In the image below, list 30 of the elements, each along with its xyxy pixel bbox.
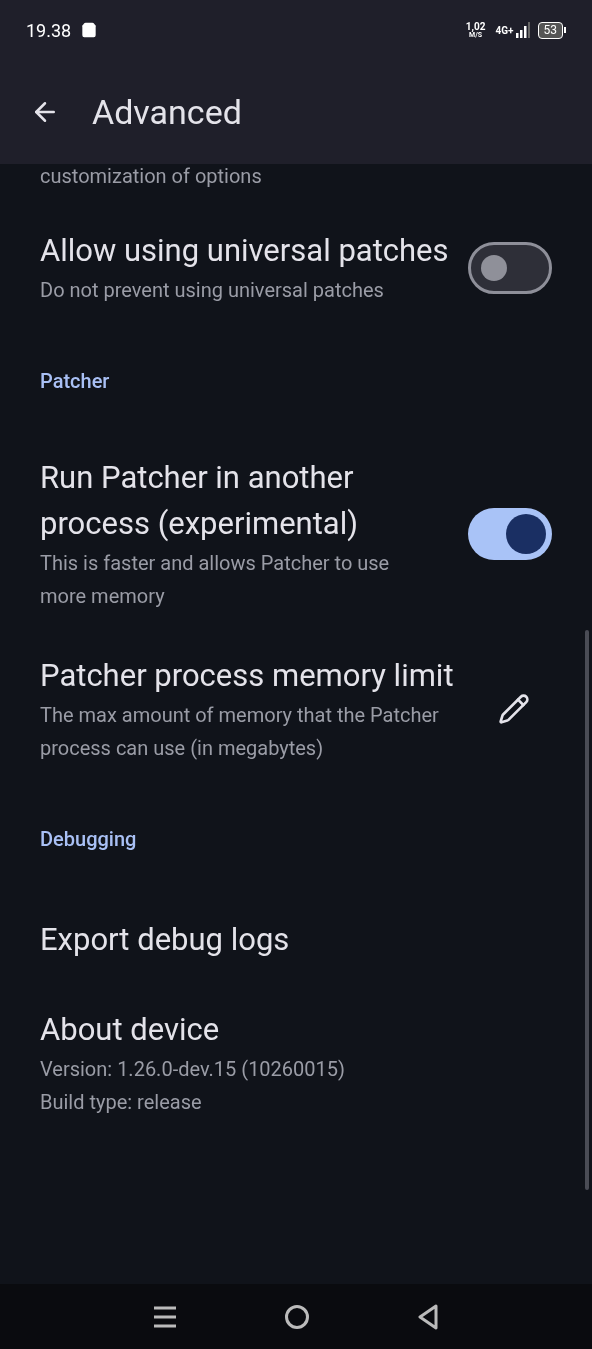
section-header: Debugging [40, 826, 138, 853]
menu-icon[interactable] [153, 1305, 178, 1328]
network-type: 4G+ [495, 23, 514, 38]
setting-description: This is faster and allows Patcher to use more memory [40, 550, 391, 610]
setting-row[interactable]: Allow using universal patches Do not prevent using universal patches [0, 208, 592, 327]
network-speed: 1,02 [465, 21, 486, 32]
setting-description: The max amount of memory that the Patcher process can use (in megabytes) [40, 702, 440, 762]
setting-description: Do not prevent using universal patches [40, 277, 385, 304]
page-title: Advanced [92, 90, 242, 134]
toggle-switch[interactable] [468, 508, 552, 560]
home-icon[interactable] [284, 1303, 310, 1330]
toggle-switch[interactable] [468, 241, 552, 294]
setting-description: Build type: release [40, 1089, 203, 1116]
setting-description: customization of options [40, 164, 263, 188]
setting-title: About device [40, 1010, 221, 1050]
section-header: Patcher [40, 368, 111, 395]
setting-description: Version: 1.26.0-dev.15 (10260015) [40, 1056, 346, 1083]
edit-icon[interactable] [498, 693, 530, 725]
setting-row[interactable]: Patcher process memory limit The max amount of memory that the Patcher process can use (in megabytes) [0, 633, 592, 785]
setting-title: Allow using universal patches [40, 231, 450, 271]
signal-icon [515, 22, 530, 38]
setting-title: Patcher process memory limit [40, 656, 455, 696]
setting-row[interactable]: About device Version: 1.26.0-dev.15 (10260015) Build type: release [0, 987, 592, 1139]
setting-title: Run Patcher in another process (experimental) [40, 458, 360, 544]
status-time: 19.38 [26, 18, 72, 43]
setting-title: Export debug logs [40, 920, 291, 960]
setting-row[interactable]: Run Patcher in another process (experimental) This is faster and allows Patcher to use more memory [0, 435, 592, 633]
back-icon[interactable] [416, 1303, 439, 1330]
battery-level: 53 [537, 21, 563, 39]
setting-row[interactable]: Export debug logs [0, 893, 592, 987]
